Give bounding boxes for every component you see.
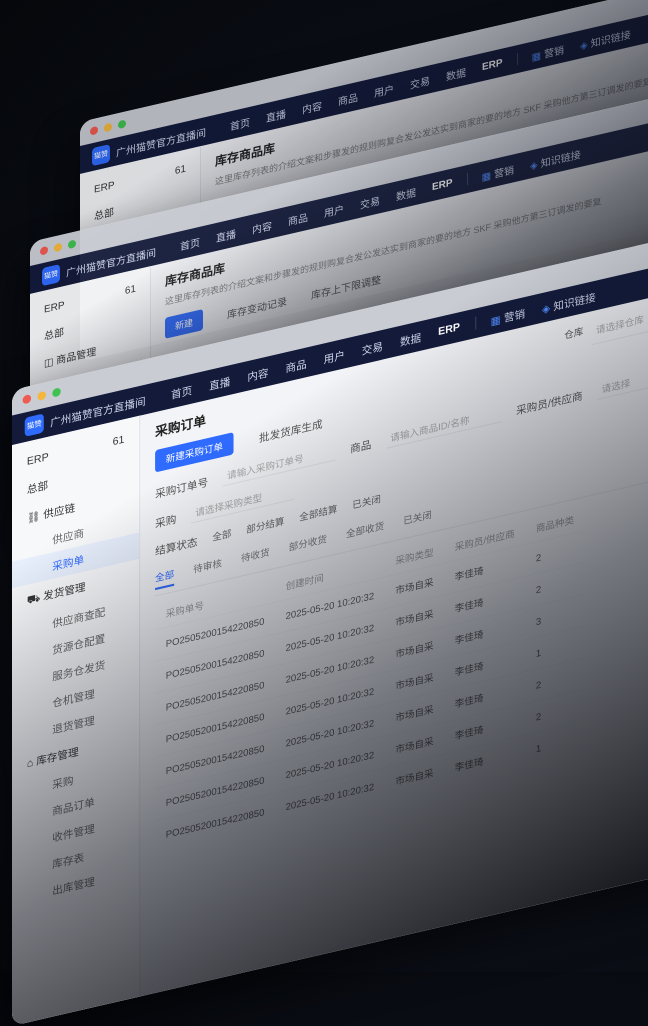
- nav-knowledge-label: 知识链接: [590, 29, 631, 50]
- goods-label: 商品: [350, 439, 372, 456]
- tab-all[interactable]: 全部: [155, 566, 175, 591]
- minimize-dot[interactable]: [37, 390, 46, 402]
- nav-goods[interactable]: 商品: [330, 86, 366, 109]
- grid-icon: ▦: [490, 313, 501, 328]
- status-chip-full[interactable]: 全部结算: [299, 501, 337, 524]
- close-dot[interactable]: [40, 245, 48, 256]
- truck-icon: ⛟: [26, 591, 44, 608]
- sidebar-hq-label: 总部: [44, 327, 64, 343]
- sidebar-erp-label: ERP: [26, 451, 49, 469]
- nav-erp[interactable]: ERP: [424, 175, 461, 194]
- supplier-select[interactable]: 请选择: [597, 366, 648, 401]
- new-button[interactable]: 新建: [165, 309, 204, 339]
- nav-knowledge-label: 知识链接: [553, 291, 596, 314]
- nav-marketing-label: 营销: [494, 164, 515, 181]
- tab-pending-receive[interactable]: 待收货: [241, 545, 270, 571]
- status-chip-partial[interactable]: 部分结算: [246, 514, 284, 537]
- tab-partial-received[interactable]: 部分收货: [289, 531, 327, 559]
- sidebar-erp-count: 61: [112, 434, 125, 449]
- nav-trade[interactable]: 交易: [352, 190, 388, 213]
- status-chip-closed[interactable]: 已关闭: [352, 491, 381, 511]
- sidebar-hq-label: 总部: [94, 207, 114, 223]
- maximize-dot[interactable]: [68, 239, 76, 250]
- nav-content[interactable]: 内容: [244, 215, 280, 238]
- status-chip-all[interactable]: 全部: [212, 526, 231, 544]
- nav-data[interactable]: 数据: [438, 62, 474, 85]
- nav-knowledge-label: 知识链接: [540, 149, 581, 170]
- nav-erp[interactable]: ERP: [474, 55, 511, 74]
- warehouse-icon: ⌂: [26, 756, 37, 771]
- nav-trade[interactable]: 交易: [402, 70, 438, 93]
- cap-icon: ◈: [530, 159, 538, 173]
- nav-home[interactable]: 首页: [172, 231, 208, 254]
- logo: 猫赞: [24, 413, 44, 437]
- tab-closed[interactable]: 已关闭: [403, 507, 432, 533]
- sidebar-hq-label: 总部: [26, 480, 49, 497]
- nav-home[interactable]: 首页: [222, 111, 258, 134]
- cap-icon: ◈: [542, 302, 551, 316]
- nav-goods[interactable]: 商品: [277, 352, 315, 377]
- logo: 猫赞: [92, 144, 110, 167]
- maximize-dot[interactable]: [118, 119, 126, 130]
- link-icon: ⛓: [26, 509, 44, 526]
- nav-erp[interactable]: ERP: [430, 319, 469, 340]
- nav-data[interactable]: 数据: [391, 326, 429, 351]
- nav-live[interactable]: 直播: [201, 370, 239, 395]
- nav-content[interactable]: 内容: [239, 361, 277, 386]
- nav-divider: [466, 172, 468, 186]
- sidebar-shipping-label: 发货管理: [43, 581, 86, 604]
- nav-users[interactable]: 用户: [316, 198, 352, 221]
- warehouse-label: 仓库: [564, 325, 584, 341]
- stage: 猫赞 广州猫赞官方直播间 首页 直播 内容 商品 用户 交易 数据 ERP ▦ 营…: [0, 0, 648, 1026]
- sidebar: ERP 61 总部 ⛓ 供应链 供应商 采购单 ⛟ 发货管理 供应商查配 货源仓配…: [12, 415, 141, 1026]
- nav-users[interactable]: 用户: [366, 78, 402, 101]
- nav-marketing-label: 营销: [503, 308, 526, 325]
- sidebar-erp-label: ERP: [44, 300, 65, 316]
- box-icon: ◫: [44, 355, 57, 370]
- close-dot[interactable]: [22, 394, 32, 405]
- logo: 猫赞: [42, 264, 60, 287]
- tab-pending-review[interactable]: 待审核: [193, 556, 222, 582]
- nav-live[interactable]: 直播: [208, 223, 244, 246]
- nav-divider: [516, 52, 518, 66]
- supplier-label: 采购员/供应商: [516, 390, 583, 418]
- minimize-dot[interactable]: [104, 122, 112, 133]
- nav-marketing-label: 营销: [544, 44, 565, 61]
- stock-limit-link[interactable]: 库存上下限调整: [311, 271, 381, 302]
- purchase-type-label: 采购: [155, 513, 177, 531]
- order-no-label: 采购订单号: [155, 476, 209, 501]
- stock-change-link[interactable]: 库存变动记录: [227, 293, 287, 322]
- sidebar-goods-label: 商品管理: [56, 346, 97, 367]
- cap-icon: ◈: [580, 39, 588, 53]
- sidebar-erp-count: 61: [174, 163, 186, 178]
- nav-live[interactable]: 直播: [258, 103, 294, 126]
- sidebar-erp-count: 61: [124, 283, 136, 298]
- nav-divider: [474, 316, 476, 330]
- status-label: 结算状态: [155, 536, 198, 559]
- close-dot[interactable]: [90, 125, 98, 136]
- nav-goods[interactable]: 商品: [280, 206, 316, 229]
- nav-users[interactable]: 用户: [315, 344, 353, 369]
- nav-content[interactable]: 内容: [294, 95, 330, 118]
- nav-data[interactable]: 数据: [388, 182, 424, 205]
- sidebar-inventory-label: 库存管理: [36, 746, 79, 769]
- sidebar-erp-label: ERP: [94, 180, 115, 196]
- sidebar-supply-label: 供应链: [43, 502, 76, 522]
- grid-icon: ▦: [531, 50, 542, 64]
- page-title: 采购订单: [155, 413, 206, 440]
- grid-icon: ▦: [481, 170, 492, 184]
- nav-home[interactable]: 首页: [163, 379, 201, 404]
- maximize-dot[interactable]: [52, 387, 61, 398]
- nav-trade[interactable]: 交易: [353, 335, 391, 360]
- tab-all-received[interactable]: 全部收货: [346, 518, 384, 546]
- minimize-dot[interactable]: [54, 242, 62, 253]
